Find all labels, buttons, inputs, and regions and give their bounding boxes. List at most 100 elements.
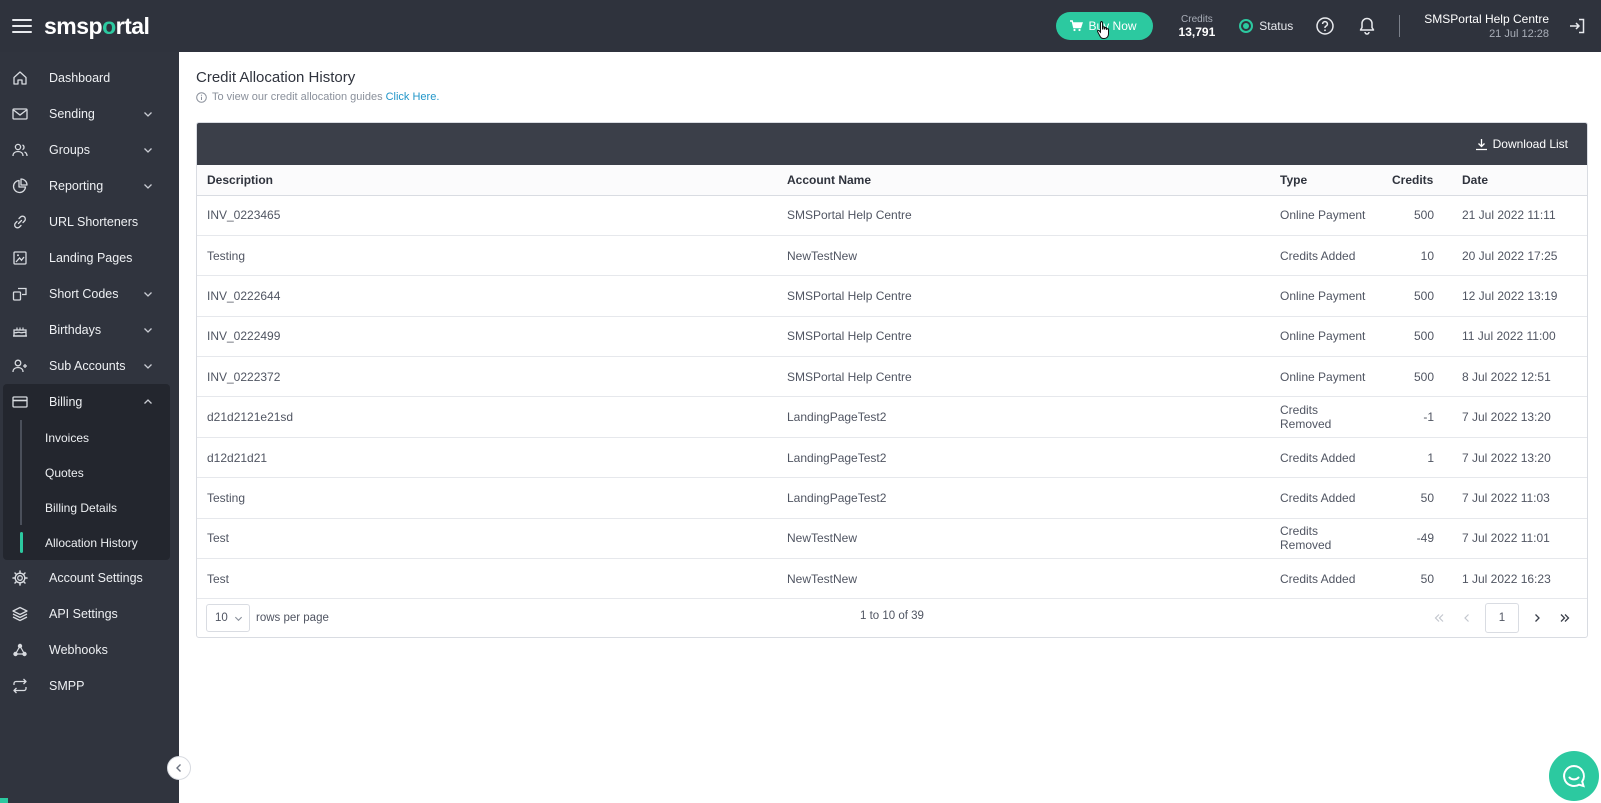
pagination: 1 [1425, 603, 1579, 634]
chevron-down-icon [144, 328, 152, 333]
chevron-right-icon [1535, 614, 1540, 623]
hint-text: To view our credit allocation guides [212, 91, 383, 103]
sidebar-item-groups[interactable]: Groups [0, 132, 179, 168]
account-name-cell: NewTestNew [777, 518, 1270, 560]
sidebar-item-label: Groups [49, 143, 90, 157]
sidebar-item-webhooks[interactable]: Webhooks [0, 632, 179, 668]
sidebar-item-dashboard[interactable]: Dashboard [0, 60, 179, 96]
account-name-cell: NewTestNew [777, 235, 1270, 277]
type-cell: Online Payment [1270, 356, 1382, 398]
sidebar-subitem-quotes[interactable]: Quotes [3, 455, 170, 490]
last-page-button[interactable] [1551, 603, 1579, 633]
table-row[interactable]: Testing LandingPageTest2 Credits Added 50 7 … [197, 477, 1587, 519]
chat-icon [1563, 764, 1585, 788]
table-row[interactable]: d21d2121e21sd LandingPageTest2 Credits Rem… [197, 396, 1587, 438]
column-header-account-name[interactable]: Account Name [777, 165, 1270, 196]
table-row[interactable]: INV_0222372 SMSPortal Help Centre Online P… [197, 356, 1587, 398]
date-cell: 11 Jul 2022 11:00 [1452, 316, 1587, 358]
rows-per-page-select[interactable]: 10 [206, 604, 250, 633]
sidebar-item-sending[interactable]: Sending [0, 96, 179, 132]
column-header-description[interactable]: Description [197, 165, 777, 196]
date-cell: 7 Jul 2022 11:03 [1452, 477, 1587, 519]
sidebar-subitem-billing-details[interactable]: Billing Details [3, 490, 170, 525]
help-icon[interactable] [1315, 16, 1335, 36]
credits-balance: Credits 13,791 [1179, 14, 1216, 39]
current-page[interactable]: 1 [1485, 603, 1519, 634]
sidebar-item-birthdays[interactable]: Birthdays [0, 312, 179, 348]
first-page-button[interactable] [1425, 603, 1453, 633]
date-cell: 8 Jul 2022 12:51 [1452, 356, 1587, 398]
credits-cell: 50 [1382, 477, 1452, 519]
sidebar-item-api-settings[interactable]: API Settings [0, 596, 179, 632]
user-info[interactable]: SMSPortal Help Centre 21 Jul 12:28 [1424, 12, 1549, 40]
sidebar-item-landing-pages[interactable]: Landing Pages [0, 240, 179, 276]
credits-cell: 500 [1382, 356, 1452, 398]
top-bar: smsportal Buy Now Credits 13,791 Status … [0, 0, 1601, 52]
type-cell: Credits Removed [1270, 518, 1382, 560]
sidebar-subitem-allocation-history[interactable]: Allocation History [3, 525, 170, 560]
hamburger-menu-icon[interactable] [12, 19, 32, 33]
table-row[interactable]: Test NewTestNew Credits Added 50 1 Jul 2022 … [197, 558, 1587, 600]
cart-icon [1069, 20, 1083, 32]
description-cell: INV_0222499 [197, 316, 777, 358]
next-page-button[interactable] [1523, 603, 1551, 633]
rows-per-page-value: 10 [215, 612, 228, 625]
table-row[interactable]: INV_0222499 SMSPortal Help Centre Online P… [197, 316, 1587, 358]
chevron-up-icon [144, 399, 152, 404]
logout-icon[interactable] [1567, 16, 1587, 36]
account-name-cell: SMSPortal Help Centre [777, 356, 1270, 398]
table-row[interactable]: Testing NewTestNew Credits Added 10 20 Jul 2… [197, 235, 1587, 277]
info-icon [196, 91, 207, 103]
users-icon [12, 142, 28, 158]
download-list-button[interactable]: Download List [1475, 137, 1568, 151]
previous-page-button[interactable] [1453, 603, 1481, 633]
chevrons-right-icon [1560, 614, 1570, 623]
status-indicator-icon [1239, 19, 1254, 33]
table-row[interactable]: INV_0223465 SMSPortal Help Centre Online P… [197, 195, 1587, 236]
sidebar-subitem-invoices[interactable]: Invoices [3, 420, 170, 455]
sidebar-item-url-shorteners[interactable]: URL Shorteners [0, 204, 179, 240]
sidebar-item-billing[interactable]: Billing [3, 384, 170, 420]
account-name-cell: LandingPageTest2 [777, 437, 1270, 479]
column-header-credits[interactable]: Credits [1382, 165, 1452, 196]
sidebar-item-account-settings[interactable]: Account Settings [0, 560, 179, 596]
column-header-type[interactable]: Type [1270, 165, 1382, 196]
status-button[interactable]: Status [1239, 19, 1293, 33]
account-name-cell: SMSPortal Help Centre [777, 316, 1270, 358]
sidebar-item-smpp[interactable]: SMPP [0, 668, 179, 704]
description-cell: INV_0222644 [197, 275, 777, 317]
link-icon [12, 214, 28, 230]
date-cell: 20 Jul 2022 17:25 [1452, 235, 1587, 277]
credits-label: Credits [1181, 13, 1213, 25]
credits-cell: 1 [1382, 437, 1452, 479]
sidebar-item-label: Landing Pages [49, 251, 133, 265]
sidebar-item-reporting[interactable]: Reporting [0, 168, 179, 204]
guide-link[interactable]: Click Here. [386, 91, 440, 103]
logo[interactable]: smsportal [44, 13, 150, 40]
table-row[interactable]: d12d21d21 LandingPageTest2 Credits Added 1 7… [197, 437, 1587, 479]
chevron-down-icon [144, 292, 152, 297]
sidebar-item-label: API Settings [49, 607, 118, 621]
mail-icon [12, 106, 28, 122]
table-row[interactable]: INV_0222644 SMSPortal Help Centre Online P… [197, 275, 1587, 317]
account-name-cell: LandingPageTest2 [777, 396, 1270, 438]
subnav-line [20, 490, 22, 525]
page-title: Credit Allocation History [196, 69, 356, 86]
sidebar-item-short-codes[interactable]: Short Codes [0, 276, 179, 312]
notification-bell-icon[interactable] [1357, 16, 1377, 36]
table-row[interactable]: Test NewTestNew Credits Removed -49 7 Jul 20… [197, 518, 1587, 560]
gear-icon [12, 570, 28, 586]
chat-support-button[interactable] [1549, 751, 1599, 801]
column-header-date[interactable]: Date [1452, 165, 1587, 196]
layers-icon [12, 606, 28, 622]
description-cell: INV_0223465 [197, 195, 777, 236]
date-cell: 7 Jul 2022 11:01 [1452, 518, 1587, 560]
type-cell: Credits Added [1270, 235, 1382, 277]
collapse-sidebar-button[interactable] [167, 756, 191, 780]
chevrons-left-icon [1434, 614, 1444, 623]
credits-cell: 500 [1382, 275, 1452, 317]
credits-value: 13,791 [1178, 24, 1216, 39]
credits-cell: 10 [1382, 235, 1452, 277]
sidebar-item-sub-accounts[interactable]: Sub Accounts [0, 348, 179, 384]
description-cell: Testing [197, 477, 777, 519]
